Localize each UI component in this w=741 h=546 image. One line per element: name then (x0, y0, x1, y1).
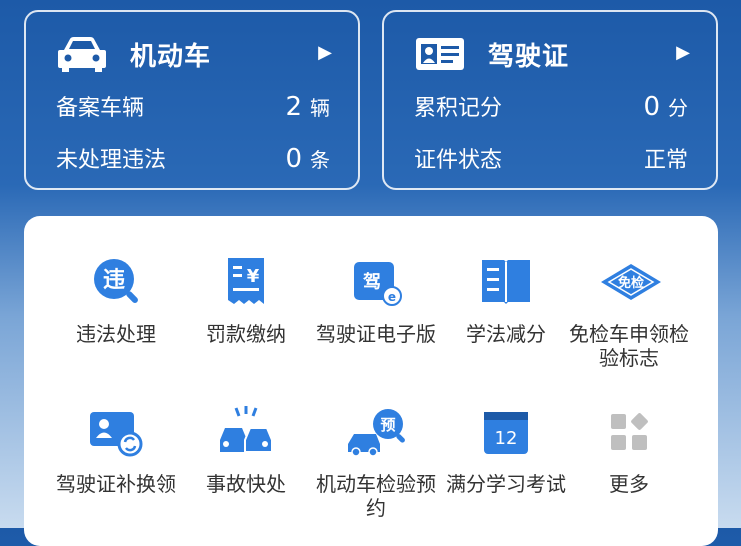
service-accident-quick[interactable]: 事故快处 (181, 404, 311, 496)
exempt-glyph: 免检 (618, 275, 644, 291)
services-panel: 违 违法处理 ¥ 罚款缴纳 驾 e 驾驶证电子版 学法减分 免检 免检车申领检验… (24, 216, 718, 546)
service-more[interactable]: 更多 (564, 404, 694, 496)
vehicle-card[interactable]: 机动车 ▶ 备案车辆 2辆 未处理违法 0条 (24, 10, 360, 190)
license-card[interactable]: 驾驶证 ▶ 累积记分 0分 证件状态 正常 (382, 10, 718, 190)
violation-glyph: 违 (103, 267, 125, 293)
points-value: 0 (643, 92, 660, 122)
yuan-glyph: ¥ (247, 266, 260, 287)
inspection-exempt-icon: 免检 (601, 264, 661, 300)
license-status-row: 证件状态 正常 (414, 142, 688, 174)
license-replace-icon (90, 412, 143, 457)
accident-cars-icon (220, 406, 273, 453)
service-label: 满分学习考试 (446, 472, 566, 496)
svg-text:e: e (388, 290, 396, 304)
service-inspection-appointment[interactable]: 预 机动车检验预约 (311, 404, 441, 520)
open-book-icon (482, 260, 530, 304)
vehicle-card-title: 机动车 (130, 41, 212, 72)
service-violation-handling[interactable]: 违 违法处理 (51, 254, 181, 346)
service-e-license[interactable]: 驾 e 驾驶证电子版 (311, 254, 441, 346)
service-label: 更多 (609, 472, 649, 496)
service-label: 驾驶证补换领 (56, 472, 176, 496)
points-label: 累积记分 (414, 96, 503, 121)
service-inspection-exempt[interactable]: 免检 免检车申领检验标志 (564, 254, 694, 370)
id-card-icon (416, 38, 464, 70)
service-label: 违法处理 (76, 322, 156, 346)
registered-vehicles-unit: 辆 (310, 96, 330, 120)
points-unit: 分 (668, 96, 688, 120)
unprocessed-violations-label: 未处理违法 (56, 148, 167, 173)
service-study-reduce-points[interactable]: 学法减分 (441, 254, 571, 346)
e-license-glyph: 驾 (363, 271, 381, 293)
unprocessed-violations-value: 0 (285, 144, 302, 174)
service-label: 机动车检验预约 (316, 472, 436, 520)
unprocessed-violations-unit: 条 (310, 148, 330, 172)
violation-search-icon: 违 (94, 259, 138, 303)
receipt-yuan-icon: ¥ (228, 258, 264, 304)
registered-vehicles-label: 备案车辆 (56, 96, 145, 121)
license-card-arrow-icon[interactable]: ▶ (676, 42, 690, 63)
points-row: 累积记分 0分 (414, 90, 688, 122)
calendar-glyph: 12 (495, 428, 518, 449)
service-license-replace[interactable]: 驾驶证补换领 (51, 404, 181, 496)
service-fine-payment[interactable]: ¥ 罚款缴纳 (181, 254, 311, 346)
service-label: 事故快处 (206, 472, 286, 496)
more-grid-icon (611, 413, 648, 450)
inspection-appointment-icon: 预 (348, 409, 405, 457)
service-label: 免检车申领检验标志 (569, 322, 689, 370)
appointment-glyph: 预 (380, 416, 395, 434)
license-status-label: 证件状态 (414, 148, 503, 173)
license-card-title: 驾驶证 (488, 41, 570, 72)
service-full-score-exam[interactable]: 12 满分学习考试 (441, 404, 571, 496)
service-label: 驾驶证电子版 (316, 322, 436, 346)
car-icon (58, 37, 106, 72)
e-license-icon: 驾 e (354, 262, 402, 306)
registered-vehicles-row: 备案车辆 2辆 (56, 90, 330, 122)
license-status-value: 正常 (643, 148, 688, 173)
calendar-12-icon: 12 (484, 412, 528, 454)
service-label: 罚款缴纳 (206, 322, 286, 346)
unprocessed-violations-row: 未处理违法 0条 (56, 142, 330, 174)
service-label: 学法减分 (466, 322, 546, 346)
registered-vehicles-value: 2 (285, 92, 302, 122)
vehicle-card-arrow-icon[interactable]: ▶ (318, 42, 332, 63)
